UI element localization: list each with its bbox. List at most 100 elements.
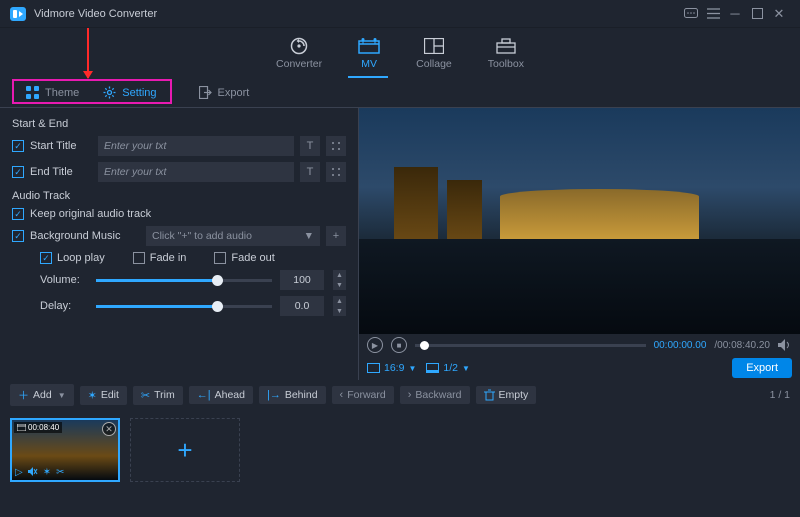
label-volume: Volume:	[40, 274, 88, 286]
tab-theme[interactable]: Theme	[14, 80, 91, 106]
aspect-ratio-select[interactable]: 16:9 ▼	[367, 362, 416, 374]
text-options-button[interactable]	[326, 136, 346, 156]
thumbnail-strip: 00:08:40 ✕ ▷ ✶ ✂ +	[0, 410, 800, 490]
checkbox-keep-audio[interactable]: ✓	[12, 208, 24, 220]
collage-icon	[423, 37, 445, 55]
label-keep-audio: Keep original audio track	[30, 208, 151, 220]
chevron-down-icon: ▼	[304, 230, 314, 242]
app-logo-icon	[10, 7, 26, 21]
spinner-volume[interactable]: ▲▼	[332, 270, 346, 290]
label-start-title: Start Title	[30, 140, 92, 152]
seek-bar[interactable]	[415, 344, 646, 347]
settings-panel: Start & End ✓ Start Title T ✓ End Title …	[0, 108, 358, 380]
row-playback-options: ✓Loop play Fade in Fade out	[12, 252, 346, 264]
nav-converter[interactable]: Converter	[276, 37, 322, 70]
video-preview[interactable]	[359, 108, 800, 334]
empty-button[interactable]: Empty	[476, 386, 537, 404]
slider-delay[interactable]	[96, 305, 272, 308]
plus-icon: ＋	[18, 387, 29, 403]
export-button[interactable]: Export	[732, 358, 792, 378]
tab-export[interactable]: Export	[187, 80, 262, 106]
backward-icon: ›	[408, 389, 412, 401]
move-behind-icon: |→	[267, 389, 281, 401]
stop-button[interactable]: ■	[391, 337, 407, 353]
screen-page-select[interactable]: 1/2 ▼	[426, 362, 470, 374]
converter-icon	[288, 37, 310, 55]
add-audio-button[interactable]: +	[326, 226, 346, 246]
label-delay: Delay:	[40, 300, 88, 312]
trash-icon	[484, 389, 495, 401]
row-end-title: ✓ End Title T	[12, 162, 346, 182]
playback-controls: ▶ ■ 00:00:00.00/00:08:40.20	[359, 334, 800, 356]
nav-collage[interactable]: Collage	[416, 37, 452, 70]
maximize-button[interactable]	[746, 3, 768, 25]
section-audio-track: Audio Track	[12, 190, 346, 202]
row-delay: Delay: 0.0 ▲▼	[12, 296, 346, 316]
play-button[interactable]: ▶	[367, 337, 383, 353]
option-loop[interactable]: ✓Loop play	[40, 252, 105, 264]
annotation-arrow	[87, 28, 89, 78]
clip-duration-badge: 00:08:40	[14, 422, 62, 433]
option-fadein[interactable]: Fade in	[133, 252, 187, 264]
value-delay[interactable]: 0.0	[280, 296, 324, 316]
checkbox-start-title[interactable]: ✓	[12, 140, 24, 152]
clip-trim-icon[interactable]: ✂	[56, 467, 64, 478]
row-start-title: ✓ Start Title T	[12, 136, 346, 156]
move-ahead-icon: ←|	[197, 389, 211, 401]
add-button[interactable]: ＋Add▼	[10, 384, 74, 406]
remove-clip-button[interactable]: ✕	[102, 422, 116, 436]
input-start-title[interactable]	[98, 136, 294, 156]
chevron-down-icon: ▼	[462, 364, 470, 373]
slider-volume[interactable]	[96, 279, 272, 282]
text-style-button[interactable]: T	[300, 136, 320, 156]
ahead-button[interactable]: ←|Ahead	[189, 386, 253, 404]
text-options-button[interactable]	[326, 162, 346, 182]
nav-mv[interactable]: MV	[358, 37, 380, 70]
backward-button[interactable]: ›Backward	[400, 386, 470, 404]
forward-icon: ‹	[340, 389, 344, 401]
value-volume[interactable]: 100	[280, 270, 324, 290]
clip-toolbar: ＋Add▼ ✶Edit ✂Trim ←|Ahead |→Behind ‹Forw…	[0, 380, 800, 410]
chevron-down-icon: ▼	[408, 364, 416, 373]
select-bgm[interactable]: Click "+" to add audio ▼	[146, 226, 320, 246]
close-button[interactable]: ✕	[768, 3, 790, 25]
time-total: /00:08:40.20	[714, 340, 770, 351]
add-clip-placeholder[interactable]: +	[130, 418, 240, 482]
mv-icon	[358, 37, 380, 55]
label-end-title: End Title	[30, 166, 92, 178]
theme-icon	[26, 86, 39, 99]
edit-button[interactable]: ✶Edit	[80, 386, 127, 405]
text-style-button[interactable]: T	[300, 162, 320, 182]
clip-mute-icon[interactable]	[28, 467, 38, 478]
row-keep-audio: ✓ Keep original audio track	[12, 208, 346, 220]
preview-options: 16:9 ▼ 1/2 ▼ Export	[359, 356, 800, 380]
app-title: Vidmore Video Converter	[34, 8, 157, 20]
section-start-end: Start & End	[12, 118, 346, 130]
spinner-delay[interactable]: ▲▼	[332, 296, 346, 316]
clip-thumbnail[interactable]: 00:08:40 ✕ ▷ ✶ ✂	[10, 418, 120, 482]
tab-setting[interactable]: Setting	[91, 80, 168, 106]
clip-edit-icon[interactable]: ✶	[43, 467, 51, 478]
nav-toolbox[interactable]: Toolbox	[488, 37, 524, 70]
feedback-icon[interactable]	[680, 3, 702, 25]
preview-panel: ▶ ■ 00:00:00.00/00:08:40.20 16:9 ▼ 1/2 ▼…	[358, 108, 800, 380]
forward-button[interactable]: ‹Forward	[332, 386, 394, 404]
menu-icon[interactable]	[702, 3, 724, 25]
sub-tabs: Theme Setting Export	[0, 78, 800, 108]
clip-actions: ▷ ✶ ✂	[15, 467, 64, 478]
option-fadeout[interactable]: Fade out	[214, 252, 274, 264]
behind-button[interactable]: |→Behind	[259, 386, 326, 404]
input-end-title[interactable]	[98, 162, 294, 182]
wand-icon: ✶	[88, 389, 97, 402]
row-bgm: ✓ Background Music Click "+" to add audi…	[12, 226, 346, 246]
top-nav: Converter MV Collage Toolbox	[0, 28, 800, 78]
checkbox-bgm[interactable]: ✓	[12, 230, 24, 242]
checkbox-end-title[interactable]: ✓	[12, 166, 24, 178]
volume-icon[interactable]	[778, 339, 792, 351]
export-icon	[199, 86, 212, 99]
trim-button[interactable]: ✂Trim	[133, 386, 183, 405]
label-bgm: Background Music	[30, 230, 140, 242]
row-volume: Volume: 100 ▲▼	[12, 270, 346, 290]
minimize-button[interactable]: ─	[724, 3, 746, 25]
clip-play-icon[interactable]: ▷	[15, 467, 23, 478]
